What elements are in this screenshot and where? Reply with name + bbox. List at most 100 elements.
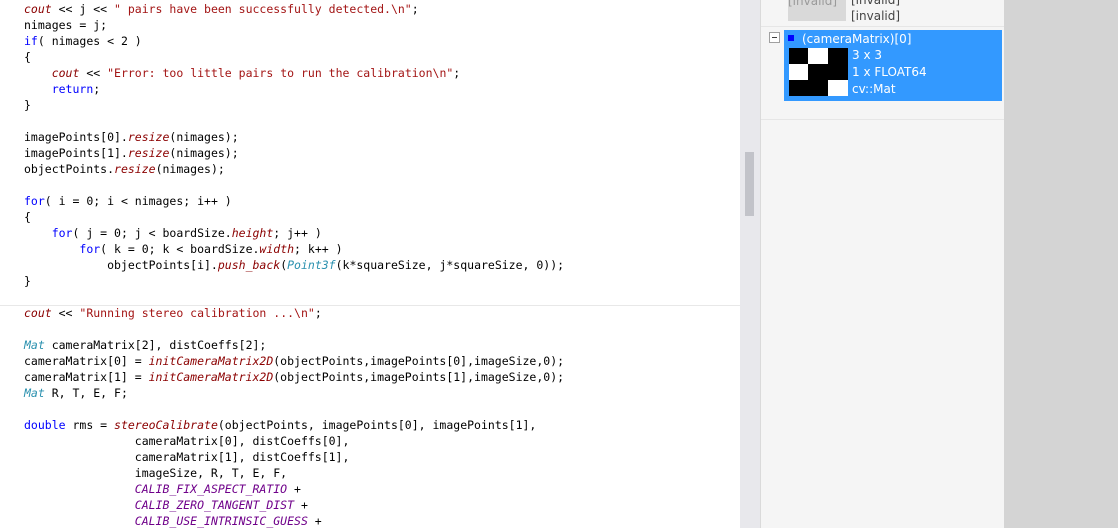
code-line[interactable]: cameraMatrix[1], distCoeffs[1], bbox=[24, 449, 350, 465]
code-token: ( j = 0; j < boardSize. bbox=[72, 226, 232, 240]
matrix-preview-thumbnail[interactable] bbox=[789, 48, 848, 96]
code-token: cout bbox=[24, 2, 52, 16]
matrix-preview-cell bbox=[827, 80, 848, 96]
code-token: if bbox=[24, 34, 38, 48]
code-line[interactable]: } bbox=[24, 273, 31, 289]
code-editor[interactable]: cout << j << " pairs have been successfu… bbox=[0, 0, 740, 528]
code-token: R, T, E, F; bbox=[44, 386, 128, 400]
code-line[interactable]: Mat cameraMatrix[2], distCoeffs[2]; bbox=[24, 337, 266, 353]
code-line[interactable]: double rms = stereoCalibrate(objectPoint… bbox=[24, 417, 536, 433]
code-token: { bbox=[24, 210, 31, 224]
watch-item-name: (cameraMatrix)[0] bbox=[802, 32, 912, 46]
matrix-class: cv::Mat bbox=[852, 82, 896, 96]
code-token: imagePoints[1]. bbox=[24, 146, 128, 160]
code-line[interactable]: } bbox=[24, 97, 31, 113]
code-token: cout bbox=[51, 66, 80, 80]
code-line[interactable]: for( k = 0; k < boardSize.width; k++ ) bbox=[24, 241, 342, 257]
code-token: } bbox=[24, 274, 31, 288]
empty-workspace-area bbox=[1004, 0, 1118, 528]
matrix-preview-cell bbox=[789, 48, 809, 64]
code-token: ; j++ ) bbox=[273, 226, 322, 240]
code-token: width bbox=[259, 242, 295, 256]
code-line[interactable]: cout << "Running stereo calibration ...\… bbox=[24, 305, 322, 321]
code-line[interactable]: { bbox=[24, 209, 31, 225]
matrix-preview-cell bbox=[808, 48, 829, 64]
code-token: cameraMatrix[0] = bbox=[24, 354, 149, 368]
image-watch-panel: [invalid] [invalid] [invalid] (cameraMat… bbox=[760, 0, 1004, 528]
code-line[interactable]: nimages = j; bbox=[24, 17, 107, 33]
matrix-preview-cell bbox=[789, 80, 809, 96]
code-line[interactable]: return; bbox=[24, 81, 100, 97]
code-token: objectPoints. bbox=[24, 162, 115, 176]
code-token: " pairs have been successfully detected.… bbox=[114, 2, 412, 16]
code-token: "Error: too little pairs to run the cali… bbox=[107, 66, 454, 80]
row-separator bbox=[761, 119, 1004, 120]
code-line[interactable]: imagePoints[0].resize(nimages); bbox=[24, 129, 239, 145]
code-token: rms = bbox=[65, 418, 115, 432]
code-token: cameraMatrix[0], distCoeffs[0], bbox=[24, 434, 350, 448]
code-token: "Running stereo calibration ...\n" bbox=[79, 306, 315, 320]
code-token: (nimages); bbox=[169, 146, 239, 160]
code-line[interactable]: imageSize, R, T, E, F, bbox=[24, 465, 287, 481]
code-line[interactable]: Mat R, T, E, F; bbox=[24, 385, 128, 401]
code-token: cout bbox=[24, 306, 52, 320]
code-token: (objectPoints, imagePoints[0], imagePoin… bbox=[217, 418, 537, 432]
watch-item-camera-matrix[interactable]: (cameraMatrix)[0] 3 x 3 1 x FLOAT64 cv::… bbox=[784, 30, 1002, 101]
code-token: CALIB_ZERO_TANGENT_DIST bbox=[134, 498, 295, 512]
code-token: ; bbox=[93, 82, 101, 96]
code-token: { bbox=[24, 50, 31, 64]
code-line[interactable]: CALIB_USE_INTRINSIC_GUESS + bbox=[24, 513, 322, 528]
code-token: CALIB_FIX_ASPECT_RATIO bbox=[134, 482, 288, 496]
scrollbar-thumb[interactable] bbox=[745, 152, 754, 216]
item-type-square-icon bbox=[788, 35, 794, 41]
code-line[interactable]: objectPoints[i].push_back(Point3f(k*squa… bbox=[24, 257, 564, 273]
code-line[interactable]: cout << "Error: too little pairs to run … bbox=[24, 65, 461, 81]
code-token: resize bbox=[127, 146, 170, 160]
code-line[interactable]: CALIB_ZERO_TANGENT_DIST + bbox=[24, 497, 308, 513]
matrix-preview-cell bbox=[827, 64, 848, 80]
collapse-toggle-icon[interactable] bbox=[769, 32, 780, 43]
matrix-preview-cell bbox=[827, 48, 848, 64]
editor-vertical-scrollbar[interactable] bbox=[740, 0, 760, 528]
code-line[interactable]: for( j = 0; j < boardSize.height; j++ ) bbox=[24, 225, 322, 241]
code-token: objectPoints[i]. bbox=[24, 258, 218, 272]
code-token: initCameraMatrix2D bbox=[148, 354, 274, 368]
code-token: ( i = 0; i < nimages; i++ ) bbox=[44, 194, 232, 208]
code-line[interactable]: objectPoints.resize(nimages); bbox=[24, 161, 225, 177]
code-token: nimages = j; bbox=[24, 18, 108, 32]
code-token: + bbox=[287, 482, 301, 496]
code-token: << bbox=[51, 306, 80, 320]
code-token: Mat bbox=[24, 338, 45, 352]
code-line[interactable]: CALIB_FIX_ASPECT_RATIO + bbox=[24, 481, 301, 497]
code-token: for bbox=[79, 242, 101, 256]
code-token: ; bbox=[411, 2, 419, 16]
code-token: CALIB_USE_INTRINSIC_GUESS bbox=[134, 514, 308, 528]
code-token: resize bbox=[127, 130, 170, 144]
code-line[interactable]: imagePoints[1].resize(nimages); bbox=[24, 145, 239, 161]
code-line[interactable]: cout << j << " pairs have been successfu… bbox=[24, 1, 419, 17]
code-token: ( k = 0; k < boardSize. bbox=[100, 242, 260, 256]
row-separator bbox=[761, 26, 1004, 27]
code-token: (objectPoints,imagePoints[0],imageSize,0… bbox=[273, 354, 565, 368]
code-line[interactable]: if( nimages < 2 ) bbox=[24, 33, 142, 49]
code-line[interactable]: cameraMatrix[1] = initCameraMatrix2D(obj… bbox=[24, 369, 564, 385]
code-token: initCameraMatrix2D bbox=[148, 370, 274, 384]
code-line[interactable]: cameraMatrix[0], distCoeffs[0], bbox=[24, 433, 350, 449]
code-line[interactable]: cameraMatrix[0] = initCameraMatrix2D(obj… bbox=[24, 353, 564, 369]
code-token: + bbox=[294, 498, 308, 512]
previous-item-value: [invalid] bbox=[851, 9, 901, 23]
code-token: imageSize, R, T, E, F, bbox=[24, 466, 288, 480]
matrix-size: 3 x 3 bbox=[852, 48, 882, 62]
code-token: for bbox=[24, 194, 45, 208]
code-line[interactable]: for( i = 0; i < nimages; i++ ) bbox=[24, 193, 232, 209]
code-token: (k*squareSize, j*squareSize, 0)); bbox=[335, 258, 565, 272]
code-token: stereoCalibrate bbox=[114, 418, 218, 432]
code-token: for bbox=[51, 226, 73, 240]
code-line[interactable]: { bbox=[24, 49, 31, 65]
code-token: Point3f bbox=[287, 258, 336, 272]
matrix-preview-cell bbox=[808, 64, 829, 80]
code-token: << bbox=[79, 66, 108, 80]
